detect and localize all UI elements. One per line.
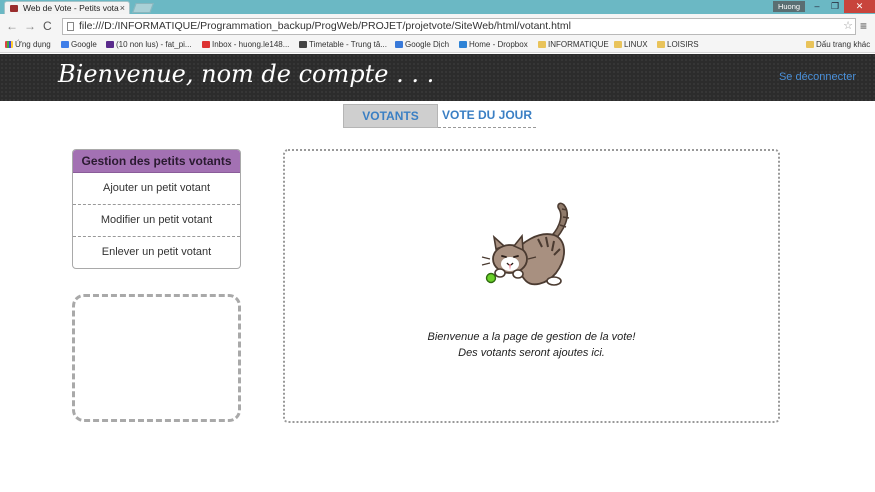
bookmark-label: Ứng dụng <box>15 40 51 49</box>
browser-menu-icon[interactable]: ≡ <box>860 19 867 33</box>
browser-tab-title: Web de Vote - Petits vota <box>23 3 119 13</box>
gmail-icon <box>202 41 210 48</box>
main-message-line1: Bienvenue a la page de gestion de la vot… <box>427 331 636 343</box>
bookmark-label: LOISIRS <box>667 40 699 49</box>
folder-icon <box>538 41 546 48</box>
browser-toolbar: ← → C file:///D:/INFORMATIQUE/Programmat… <box>0 14 875 38</box>
google-icon <box>61 41 69 48</box>
logout-link[interactable]: Se déconnecter <box>779 71 856 83</box>
folder-icon <box>657 41 665 48</box>
window-close-icon[interactable]: ✕ <box>844 0 875 13</box>
bookmark-label: Google Dịch <box>405 40 450 49</box>
tab-votants[interactable]: VOTANTS <box>343 104 438 128</box>
cat-illustration-icon <box>481 202 570 286</box>
mail-icon <box>106 41 114 48</box>
sidebar-panel: Gestion des petits votants Ajouter un pe… <box>72 149 241 269</box>
bookmark-apps[interactable]: Ứng dụng <box>5 38 51 52</box>
sidebar-item-modifier[interactable]: Modifier un petit votant <box>73 205 240 237</box>
dropbox-icon <box>459 41 467 48</box>
back-arrow-icon[interactable]: ← <box>6 19 18 33</box>
bookmarks-bar: Ứng dụng Google (10 non lus) - fat_pi...… <box>0 38 875 53</box>
folder-icon <box>806 41 814 48</box>
bookmark-loisirs[interactable]: LOISIRS <box>657 38 699 52</box>
bookmark-label: LINUX <box>624 40 648 49</box>
timetable-icon <box>299 41 307 48</box>
main-message: Bienvenue a la page de gestion de la vot… <box>285 329 778 361</box>
sidebar-title: Gestion des petits votants <box>73 150 240 173</box>
welcome-title: Bienvenue, nom de compte . . . <box>58 60 435 88</box>
bookmark-informatique[interactable]: INFORMATIQUE <box>538 38 609 52</box>
translate-icon <box>395 41 403 48</box>
bookmark-inbox[interactable]: Inbox - huong.le148... <box>202 38 289 52</box>
bookmark-star-icon[interactable]: ☆ <box>843 19 853 34</box>
bookmark-label: Inbox - huong.le148... <box>212 40 290 49</box>
minimize-icon[interactable]: – <box>808 0 826 13</box>
bookmark-linux[interactable]: LINUX <box>614 38 648 52</box>
folder-icon <box>614 41 622 48</box>
apps-icon <box>5 41 13 48</box>
bookmark-dropbox[interactable]: Home - Dropbox <box>459 38 528 52</box>
bookmark-label: Timetable - Trung tâ... <box>309 40 387 49</box>
bookmark-label: Google <box>71 40 97 49</box>
reload-icon[interactable]: C <box>43 19 52 33</box>
bookmark-google[interactable]: Google <box>61 38 97 52</box>
profile-badge[interactable]: Huong <box>773 1 805 12</box>
page-icon <box>67 22 74 31</box>
bookmark-translate[interactable]: Google Dịch <box>395 38 449 52</box>
bookmark-label: (10 non lus) - fat_pi... <box>116 40 192 49</box>
browser-titlebar: Web de Vote - Petits vota × Huong – ❐ ✕ <box>0 0 875 14</box>
main-panel: Bienvenue a la page de gestion de la vot… <box>283 149 780 423</box>
tab-vote-du-jour[interactable]: VOTE DU JOUR <box>438 104 536 128</box>
address-bar[interactable]: file:///D:/INFORMATIQUE/Programmation_ba… <box>62 18 856 35</box>
tab-close-icon[interactable]: × <box>120 2 125 14</box>
forward-arrow-icon[interactable]: → <box>24 19 36 33</box>
new-tab-button[interactable] <box>132 3 154 13</box>
page-header: Bienvenue, nom de compte . . . Se déconn… <box>0 54 875 101</box>
sidebar-placeholder-box <box>72 294 241 422</box>
site-favicon-icon <box>10 5 18 12</box>
bookmark-timetable[interactable]: Timetable - Trung tâ... <box>299 38 387 52</box>
bookmark-label: Dấu trang khác <box>816 40 871 49</box>
bookmark-label: INFORMATIQUE <box>548 40 609 49</box>
address-url: file:///D:/INFORMATIQUE/Programmation_ba… <box>79 20 571 32</box>
bookmark-label: Home - Dropbox <box>469 40 528 49</box>
maximize-icon[interactable]: ❐ <box>826 0 844 13</box>
sidebar-item-enlever[interactable]: Enlever un petit votant <box>73 237 240 268</box>
browser-tab[interactable]: Web de Vote - Petits vota × <box>4 1 130 14</box>
bookmark-other[interactable]: Dấu trang khác <box>806 38 870 52</box>
sidebar-item-ajouter[interactable]: Ajouter un petit votant <box>73 173 240 205</box>
main-message-line2: Des votants seront ajoutes ici. <box>458 347 605 359</box>
bookmark-mail[interactable]: (10 non lus) - fat_pi... <box>106 38 192 52</box>
